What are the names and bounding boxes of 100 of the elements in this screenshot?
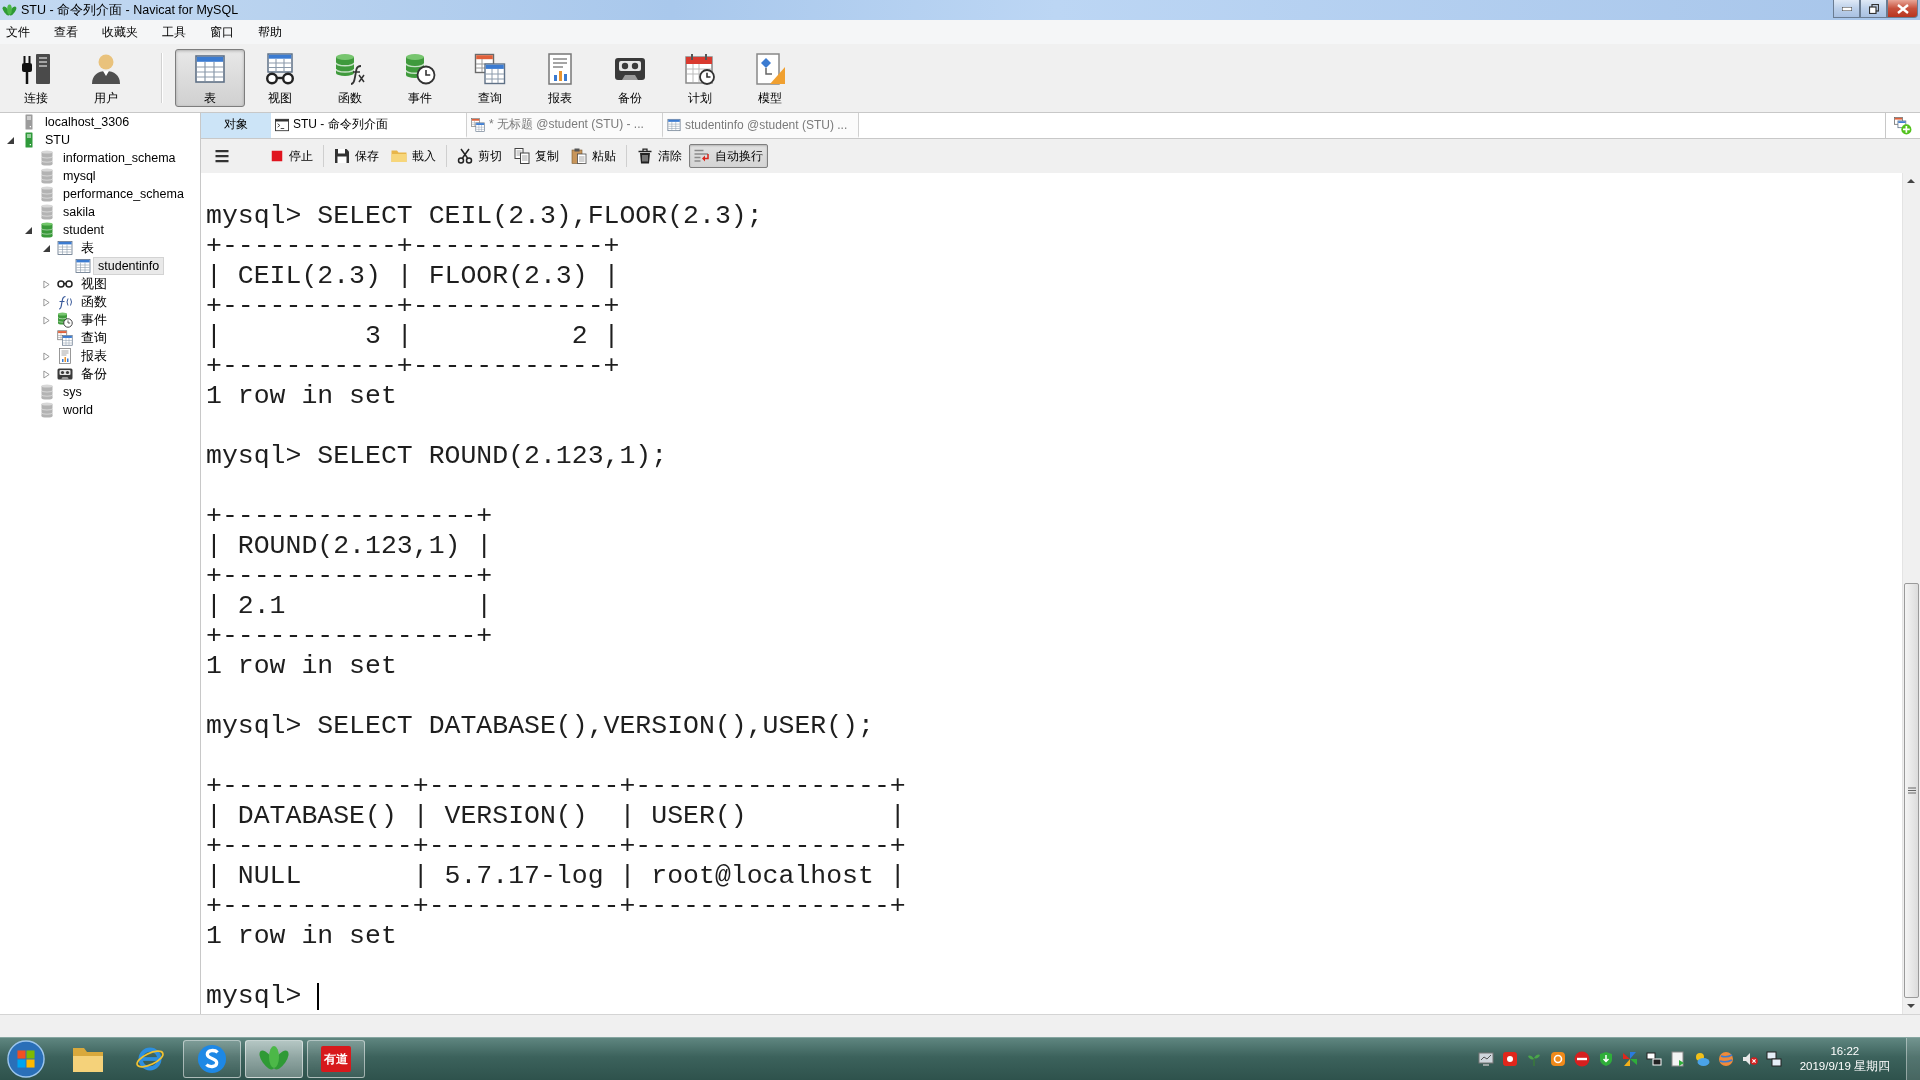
tree-item[interactable]: information_schema	[62, 149, 177, 167]
tree-item[interactable]: localhost_3306	[44, 113, 131, 131]
clock-time[interactable]: 16:22	[1830, 1044, 1860, 1059]
toolbar-button[interactable]: 备份	[595, 49, 665, 107]
tree-item[interactable]: 报表	[80, 347, 108, 365]
console-prompt: mysql>	[206, 981, 302, 1011]
tree-item[interactable]: 函数	[80, 293, 108, 311]
toolbar-button[interactable]: 用户	[71, 49, 141, 107]
tree-item[interactable]: sys	[62, 383, 83, 401]
plug-server-icon	[20, 53, 52, 85]
taskbar-button[interactable]	[183, 1040, 241, 1078]
tree-item[interactable]: 备份	[80, 365, 108, 383]
toolbar-button[interactable]: 表	[175, 49, 245, 107]
console-prompt: mysql>	[206, 201, 302, 231]
toolbar-button[interactable]: 函数	[315, 49, 385, 107]
diagram-icon	[754, 53, 786, 85]
expanded-arrow-icon[interactable]	[6, 136, 14, 144]
collapsed-arrow-icon[interactable]	[42, 351, 50, 361]
expanded-arrow-icon[interactable]	[42, 244, 50, 252]
console-toolbar-button[interactable]: 載入	[386, 144, 441, 168]
restore-icon	[1868, 3, 1879, 14]
console-toolbar-button[interactable]: 保存	[329, 144, 384, 168]
toolbar-button[interactable]: 报表	[525, 49, 595, 107]
clock-date[interactable]: 2019/9/19 星期四	[1799, 1059, 1890, 1074]
minimize-icon	[1841, 6, 1852, 11]
shield-arrow-icon[interactable]	[1597, 1051, 1614, 1067]
console-output-line: 1 row in set	[206, 921, 397, 951]
weather-icon[interactable]	[1693, 1051, 1710, 1067]
console-command: SELECT CEIL(2.3),FLOOR(2.3);	[317, 201, 763, 231]
menu-item[interactable]: 窗口	[204, 20, 240, 44]
menu-item[interactable]: 工具	[156, 20, 192, 44]
pinwheel-icon[interactable]	[1621, 1051, 1638, 1067]
collapsed-arrow-icon[interactable]	[42, 279, 50, 289]
tables-icon	[474, 53, 506, 85]
menu-item[interactable]: 文件	[0, 20, 36, 44]
minimize-button[interactable]	[1833, 0, 1860, 18]
taskbar-button[interactable]: 有道	[307, 1040, 365, 1078]
toolbar-button[interactable]: 模型	[735, 49, 805, 107]
toolbar-button[interactable]: 计划	[665, 49, 735, 107]
tables-plus-icon[interactable]	[1894, 116, 1912, 135]
table-icon	[75, 258, 91, 274]
tables-icon	[471, 117, 485, 132]
menu-icon	[214, 148, 230, 164]
tree-item[interactable]: 表	[80, 239, 95, 257]
console-output-line: +-----------+------------+	[206, 351, 620, 381]
calendar-clock-icon	[684, 53, 716, 85]
toolbar-button[interactable]: 查询	[455, 49, 525, 107]
folder-icon	[391, 148, 407, 164]
wrap-icon	[694, 148, 710, 164]
console-toolbar-button[interactable]: 自动换行	[689, 144, 768, 168]
menu-item[interactable]: 收藏夹	[96, 20, 144, 44]
stop-sign-icon[interactable]	[1573, 1051, 1590, 1067]
tab[interactable]: 对象	[201, 113, 271, 138]
menu-item[interactable]: 帮助	[252, 20, 288, 44]
close-button[interactable]	[1887, 0, 1918, 18]
ball-icon[interactable]	[1717, 1051, 1734, 1067]
stop-icon	[270, 149, 284, 163]
console-output-line: +-----------+------------+	[206, 231, 620, 261]
tree-item[interactable]: performance_schema	[62, 185, 185, 203]
collapsed-arrow-icon[interactable]	[42, 297, 50, 307]
menu-item[interactable]: 查看	[48, 20, 84, 44]
collapsed-arrow-icon[interactable]	[42, 315, 50, 325]
expanded-arrow-icon[interactable]	[24, 226, 32, 234]
tree-item[interactable]: 视图	[80, 275, 108, 293]
speaker-muted-icon[interactable]	[1741, 1051, 1758, 1067]
console-toolbar-button[interactable]: 清除	[632, 144, 687, 168]
clipboard-icon	[571, 148, 587, 164]
console-toolbar-button[interactable]: 粘贴	[566, 144, 621, 168]
tree-item[interactable]: sakila	[62, 203, 96, 221]
tree-item[interactable]: studentinfo	[93, 257, 165, 275]
tree-item[interactable]: world	[62, 401, 94, 419]
start-button[interactable]	[6, 1039, 46, 1079]
toolbar-button[interactable]: 连接	[1, 49, 71, 107]
terminal-icon	[275, 117, 289, 132]
squares-icon[interactable]	[1645, 1051, 1662, 1067]
copy-icon	[514, 148, 530, 164]
show-desktop-button[interactable]	[1906, 1038, 1920, 1080]
tab[interactable]: * 无标题 @student (STU) - ...	[467, 113, 663, 138]
network-icon[interactable]	[1765, 1051, 1782, 1067]
console-toolbar-button[interactable]: 剪切	[452, 144, 507, 168]
rounded-tile-icon[interactable]	[1549, 1051, 1566, 1067]
tree-item[interactable]: 查询	[80, 329, 108, 347]
console-prompt: mysql>	[206, 711, 302, 741]
tab[interactable]: studentinfo @student (STU) ...	[663, 113, 859, 138]
tree-item[interactable]: STU	[44, 131, 71, 149]
toolbar-button[interactable]: 事件	[385, 49, 455, 107]
console-toolbar-button[interactable]: 停止	[265, 144, 318, 168]
tree-item[interactable]: 事件	[80, 311, 108, 329]
rounded-tile-icon[interactable]	[1501, 1051, 1518, 1067]
database-clock-icon	[404, 53, 436, 85]
collapsed-arrow-icon[interactable]	[42, 369, 50, 379]
database-icon	[39, 222, 55, 238]
console-toolbar-button[interactable]: 复制	[509, 144, 564, 168]
tree-item[interactable]: mysql	[62, 167, 97, 185]
toolbar-button[interactable]: 视图	[245, 49, 315, 107]
restore-button[interactable]	[1860, 0, 1887, 18]
tree-item[interactable]: student	[62, 221, 105, 239]
vertical-scrollbar[interactable]	[1902, 173, 1920, 1014]
console-output-line: | CEIL(2.3) | FLOOR(2.3) |	[206, 261, 620, 291]
monitor-chart-icon[interactable]	[1477, 1051, 1494, 1067]
